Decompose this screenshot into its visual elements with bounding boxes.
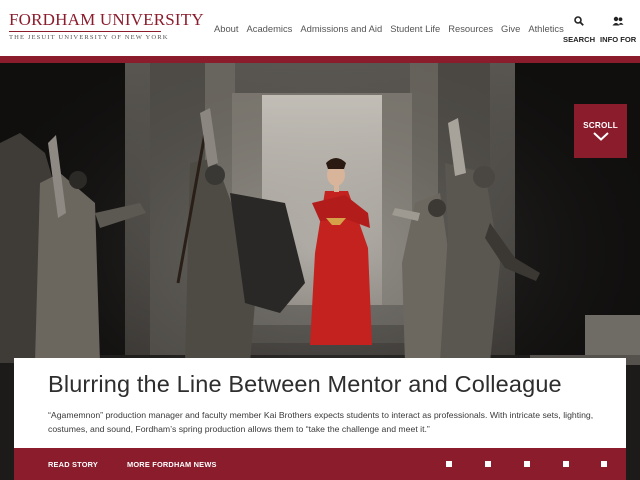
info-for-label: INFO FOR [600,35,637,44]
story-title[interactable]: Blurring the Line Between Mentor and Col… [48,371,562,398]
info-for-button[interactable]: INFO FOR [600,16,636,47]
logo-title: FORDHAM UNIVERSITY [9,10,204,29]
search-icon [574,16,584,26]
more-news-link[interactable]: MORE FORDHAM NEWS [127,460,217,469]
logo-rule [9,31,161,32]
slide-dot-3[interactable] [524,461,530,467]
story-action-bar: READ STORY MORE FORDHAM NEWS [14,448,626,480]
nav-give[interactable]: Give [501,23,520,34]
scroll-label: SCROLL [583,121,618,130]
scroll-button[interactable]: SCROLL [574,104,627,158]
nav-student-life[interactable]: Student Life [390,23,440,34]
story-summary: “Agamemnon” production manager and facul… [48,410,594,434]
header-accent-band [0,56,640,63]
slide-dot-4[interactable] [563,461,569,467]
nav-admissions-and-aid[interactable]: Admissions and Aid [300,23,382,34]
search-label: SEARCH [563,35,596,44]
nav-resources[interactable]: Resources [448,23,493,34]
search-button[interactable]: SEARCH [563,16,595,47]
users-icon [612,16,624,26]
nav-athletics[interactable]: Athletics [528,23,563,34]
slide-dot-1[interactable] [446,461,452,467]
slide-dot-5[interactable] [601,461,607,467]
nav-academics[interactable]: Academics [247,23,293,34]
main-nav: About Academics Admissions and Aid Stude… [214,23,572,34]
read-story-link[interactable]: READ STORY [48,460,98,469]
chevron-down-icon [592,132,609,141]
fordham-logo[interactable]: FORDHAM UNIVERSITY THE JESUIT UNIVERSITY… [9,11,204,42]
nav-about[interactable]: About [214,23,239,34]
site-header: FORDHAM UNIVERSITY THE JESUIT UNIVERSITY… [0,0,640,56]
story-card: Blurring the Line Between Mentor and Col… [14,358,626,448]
logo-subtitle: THE JESUIT UNIVERSITY OF NEW YORK [9,34,169,41]
slide-dot-2[interactable] [485,461,491,467]
